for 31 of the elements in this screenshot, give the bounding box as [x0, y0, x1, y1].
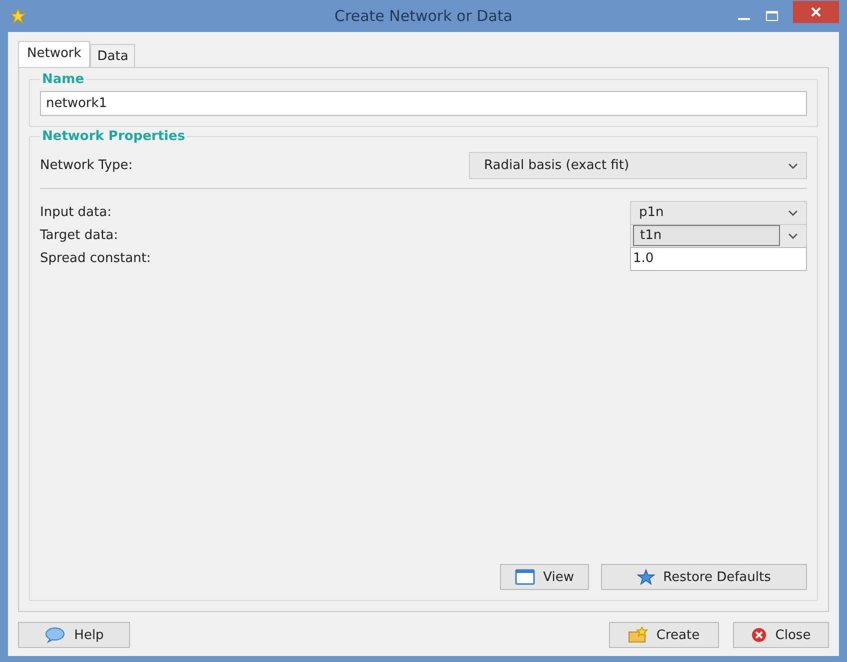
- close-button[interactable]: [793, 1, 839, 23]
- chevron-icon: [788, 232, 798, 238]
- chevron-icon: [788, 162, 798, 168]
- field-label: Network Type:: [40, 158, 133, 173]
- dropdown[interactable]: Radial basis (exact fit): [469, 152, 807, 179]
- tab[interactable]: Data: [90, 44, 136, 67]
- star-icon: [637, 569, 656, 585]
- group-title: Name: [41, 72, 86, 87]
- restore-defaults-button[interactable]: Restore Defaults: [601, 564, 807, 590]
- close-circle-icon: [751, 627, 768, 643]
- dropdown[interactable]: p1n: [630, 200, 807, 224]
- dropdown[interactable]: t1n: [630, 224, 807, 248]
- chevron-icon: [788, 210, 798, 216]
- star-icon: [10, 8, 26, 24]
- help-button[interactable]: Help: [18, 622, 130, 648]
- field-label: Spread constant:: [40, 251, 151, 266]
- input-field[interactable]: 1.0: [630, 246, 807, 270]
- group-title: Network Properties: [41, 129, 186, 144]
- tab[interactable]: Network: [18, 41, 90, 67]
- view-button[interactable]: View: [500, 564, 589, 590]
- close-dialog-button[interactable]: Close: [733, 622, 829, 648]
- window-icon: [515, 569, 536, 585]
- window-title: Create Network or Data: [334, 7, 512, 25]
- maximize-icon[interactable]: [765, 9, 779, 23]
- field-label: Input data:: [40, 205, 112, 220]
- name-field[interactable]: network1: [40, 91, 807, 116]
- close-icon: [810, 6, 822, 18]
- star-folder-icon: [628, 627, 648, 643]
- speech-bubble-icon: [44, 627, 66, 643]
- create-button[interactable]: Create: [609, 622, 719, 648]
- field-label: Target data:: [40, 228, 118, 243]
